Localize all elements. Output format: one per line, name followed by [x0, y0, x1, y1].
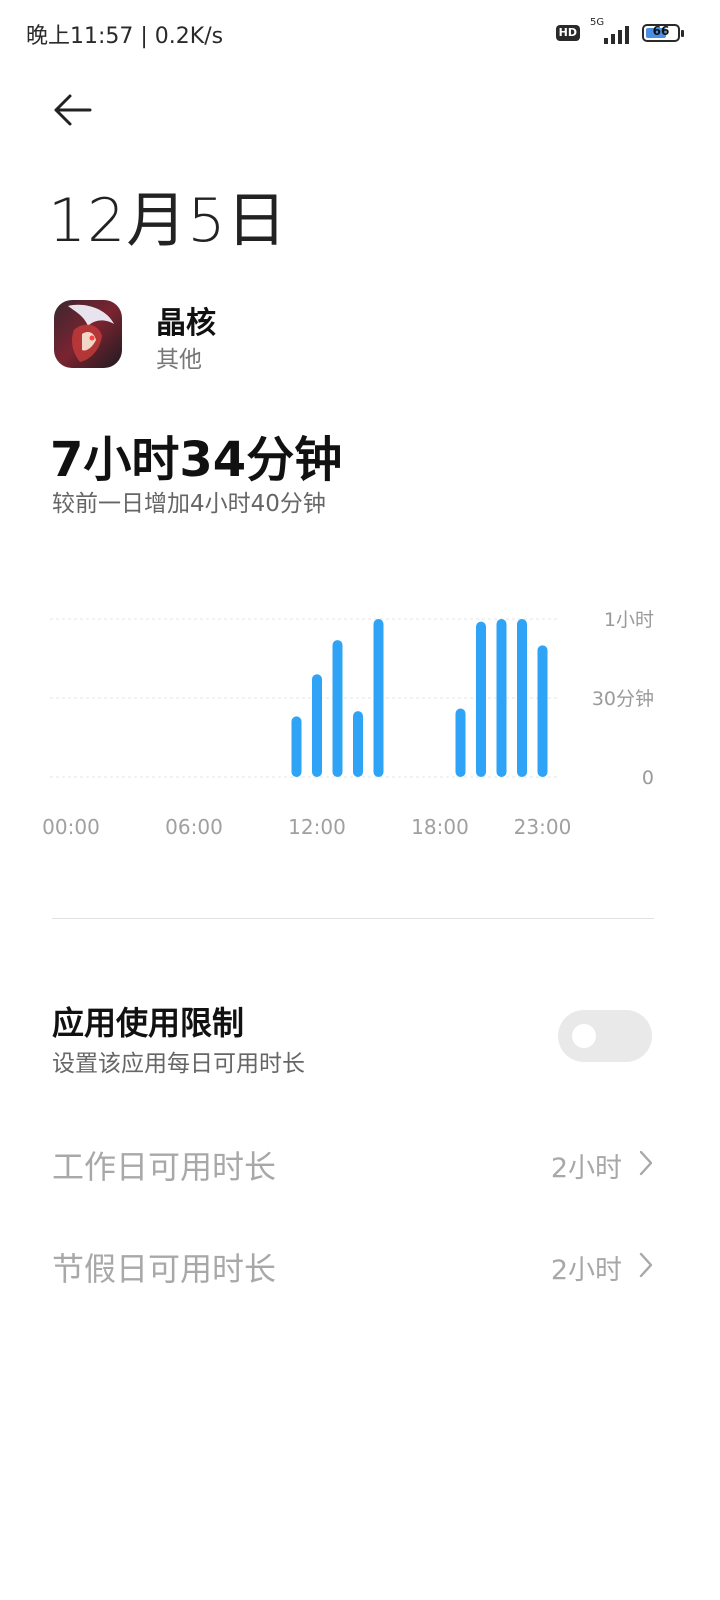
usage-limit-title: 应用使用限制 — [52, 1004, 245, 1042]
arrow-left-icon — [54, 94, 92, 126]
hourly-usage-chart: 1小时 30分钟 0 00:00 06:00 12:00 18:00 23:00 — [42, 609, 654, 839]
usage-bar-1900 — [455, 708, 466, 777]
status-time-speed: 晚上11:57 | 0.2K/s — [26, 24, 224, 49]
usage-bar-1500 — [373, 619, 384, 777]
holiday-limit-label: 节假日可用时长 — [52, 1250, 277, 1288]
app-icon-artwork — [54, 300, 122, 368]
y-tick-label: 1小时 — [604, 609, 654, 631]
status-bar: 晚上11:57 | 0.2K/s HD 5G 66 — [0, 0, 720, 64]
back-button[interactable] — [50, 90, 96, 130]
usage-limit-toggle[interactable] — [558, 1010, 652, 1062]
hd-icon: HD — [555, 25, 580, 41]
holiday-limit-row[interactable]: 节假日可用时长 2小时 — [52, 1234, 656, 1294]
app-category: 其他 — [156, 347, 202, 373]
workday-limit-value: 2小时 — [550, 1153, 622, 1184]
battery-icon: 66 — [642, 24, 684, 42]
x-tick-label: 00:00 — [42, 815, 100, 839]
usage-bar-2100 — [496, 619, 507, 777]
toggle-knob — [572, 1024, 596, 1048]
x-tick-label: 06:00 — [165, 815, 223, 839]
usage-comparison: 较前一日增加4小时40分钟 — [52, 491, 326, 517]
x-tick-label: 12:00 — [288, 815, 346, 839]
signal-5g-icon: 5G — [588, 17, 634, 46]
status-icons: HD 5G 66 — [555, 17, 684, 46]
usage-bar-1300 — [332, 640, 343, 777]
section-divider — [52, 918, 654, 919]
y-tick-label: 30分钟 — [592, 688, 654, 710]
usage-bar-1100 — [291, 716, 302, 777]
app-icon — [54, 300, 122, 368]
usage-bar-1400 — [353, 711, 363, 777]
chevron-right-icon — [639, 1150, 653, 1176]
battery-level: 66 — [652, 24, 670, 38]
usage-bar-2000 — [476, 621, 486, 777]
y-tick-label: 0 — [642, 767, 654, 789]
total-usage-time: 7小时34分钟 — [50, 432, 343, 488]
workday-limit-label: 工作日可用时长 — [52, 1148, 277, 1186]
x-tick-label: 18:00 — [411, 815, 469, 839]
x-tick-label: 23:00 — [514, 815, 572, 839]
page-title-date: 12月5日 — [48, 186, 288, 256]
usage-bar-2300 — [537, 645, 548, 777]
holiday-limit-value: 2小时 — [550, 1255, 622, 1286]
usage-bar-2200 — [517, 619, 527, 777]
usage-bar-1200 — [312, 674, 322, 777]
workday-limit-row[interactable]: 工作日可用时长 2小时 — [52, 1132, 656, 1192]
usage-limit-subtitle: 设置该应用每日可用时长 — [52, 1051, 305, 1077]
signal-bars — [604, 26, 629, 44]
app-name: 晶核 — [156, 306, 216, 341]
network-type-label: 5G — [590, 17, 605, 28]
chevron-right-icon — [639, 1252, 653, 1278]
